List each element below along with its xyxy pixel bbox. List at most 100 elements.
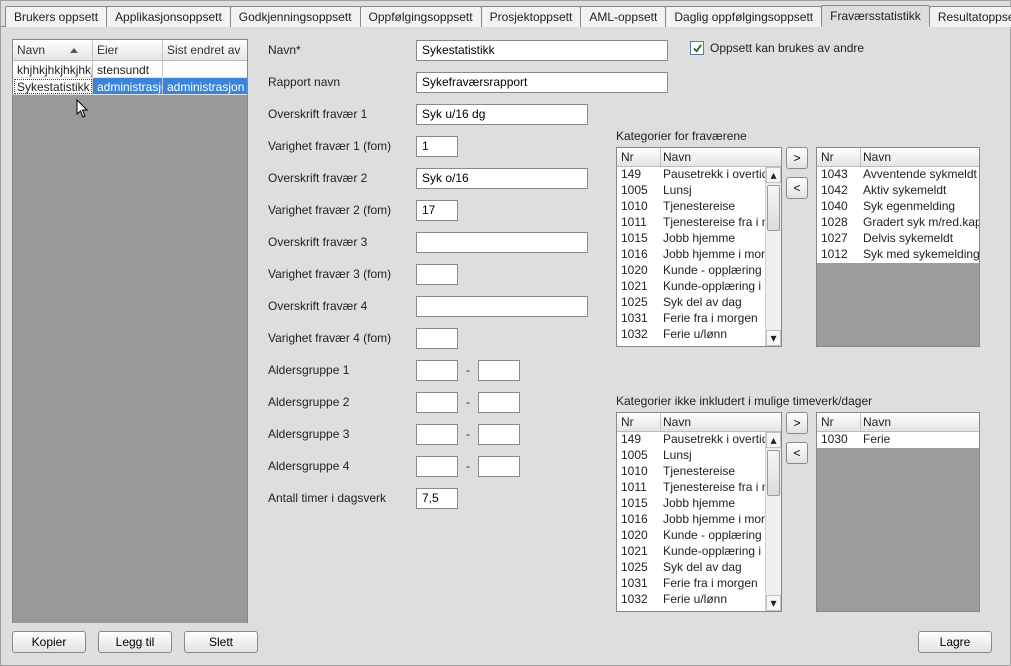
scrollbar[interactable]: ▴ ▾ — [765, 167, 781, 346]
available-categories-top[interactable]: Nr Navn 149Pausetrekk i overtid1005Lunsj… — [616, 147, 782, 347]
col-nr[interactable]: Nr — [817, 413, 861, 432]
input-var1[interactable] — [416, 136, 458, 157]
list-item[interactable]: 1042Aktiv sykemeldt — [817, 183, 979, 199]
tab-resultatoppsett[interactable]: Resultatoppsett — [929, 6, 1011, 27]
tab-godkjenningsoppsett[interactable]: Godkjenningsoppsett — [230, 6, 361, 27]
available-categories-bot[interactable]: Nr Navn 149Pausetrekk i overtid1005Lunsj… — [616, 412, 782, 612]
add-button[interactable]: Legg til — [98, 631, 172, 653]
col-navn[interactable]: Navn — [861, 413, 979, 432]
list-item[interactable]: 1032Ferie u/lønn — [617, 327, 765, 343]
list-item[interactable]: 1025Syk del av dag — [617, 295, 765, 311]
col-sist[interactable]: Sist endret av — [163, 40, 247, 60]
workarea: Navn Eier Sist endret av khjhkjhkjhkjhkj… — [1, 27, 1010, 663]
move-left-button[interactable]: < — [786, 177, 808, 199]
share-checkbox-wrap: Oppsett kan brukes av andre — [690, 41, 864, 55]
list-item[interactable]: 1011Tjenestereise fra i m — [617, 480, 765, 496]
list-item[interactable]: 149Pausetrekk i overtid — [617, 167, 765, 183]
delete-button[interactable]: Slett — [184, 631, 258, 653]
input-var2[interactable] — [416, 200, 458, 221]
scrollbar[interactable]: ▴ ▾ — [765, 432, 781, 611]
input-ov4[interactable] — [416, 296, 588, 317]
scroll-thumb[interactable] — [767, 450, 780, 496]
list-item[interactable]: 1020Kunde - opplæring — [617, 528, 765, 544]
list-item[interactable]: 1010Tjenestereise — [617, 199, 765, 215]
scroll-up-icon[interactable]: ▴ — [766, 167, 781, 183]
config-row[interactable]: Sykestatistikkadministrasjoadministrasjo… — [13, 78, 247, 95]
list-item[interactable]: 1016Jobb hjemme i morg — [617, 247, 765, 263]
input-ag4b[interactable] — [478, 456, 520, 477]
scroll-down-icon[interactable]: ▾ — [766, 330, 781, 346]
input-ag3a[interactable] — [416, 424, 458, 445]
input-ag1a[interactable] — [416, 360, 458, 381]
transfer-buttons-top: > < — [786, 147, 812, 199]
col-navn[interactable]: Navn — [661, 413, 781, 432]
list-item[interactable]: 1031Ferie fra i morgen — [617, 311, 765, 327]
list-item[interactable]: 1005Lunsj — [617, 183, 765, 199]
tab-applikasjonsoppsett[interactable]: Applikasjonsoppsett — [106, 6, 231, 27]
input-ag2b[interactable] — [478, 392, 520, 413]
col-nr[interactable]: Nr — [617, 413, 661, 432]
list-item[interactable]: 1015Jobb hjemme — [617, 231, 765, 247]
list-item[interactable]: 1021Kunde-opplæring i n — [617, 544, 765, 560]
list-item[interactable]: 1020Kunde - opplæring — [617, 263, 765, 279]
input-rapport-navn[interactable] — [416, 72, 668, 93]
input-ov3[interactable] — [416, 232, 588, 253]
input-ag3b[interactable] — [478, 424, 520, 445]
share-checkbox[interactable] — [690, 41, 704, 55]
selected-categories-bot[interactable]: Nr Navn 1030Ferie — [816, 412, 980, 612]
list-item[interactable]: 1015Jobb hjemme — [617, 496, 765, 512]
input-ag1b[interactable] — [478, 360, 520, 381]
list-item[interactable]: 1021Kunde-opplæring i n — [617, 279, 765, 295]
scroll-thumb[interactable] — [767, 185, 780, 231]
list-item[interactable]: 1025Syk del av dag — [617, 560, 765, 576]
list-item[interactable]: 1011Tjenestereise fra i m — [617, 215, 765, 231]
col-navn[interactable]: Navn — [661, 148, 781, 167]
list-item[interactable]: 1030Ferie — [817, 432, 979, 448]
scroll-down-icon[interactable]: ▾ — [766, 595, 781, 611]
tab-oppfølgingsoppsett[interactable]: Oppfølgingsoppsett — [360, 6, 482, 27]
input-ag4a[interactable] — [416, 456, 458, 477]
input-antall[interactable] — [416, 488, 458, 509]
move-left-button[interactable]: < — [786, 442, 808, 464]
cell-navn: Syk egenmelding — [861, 199, 979, 215]
tab-prosjektoppsett[interactable]: Prosjektoppsett — [481, 6, 582, 27]
selected-categories-top[interactable]: Nr Navn 1043Avventende sykmeldt1042Aktiv… — [816, 147, 980, 347]
tab-fraværsstatistikk[interactable]: Fraværsstatistikk — [821, 5, 930, 27]
list-item[interactable]: 1010Tjenestereise — [617, 464, 765, 480]
cell-nr: 149 — [617, 432, 661, 448]
col-navn[interactable]: Navn — [861, 148, 979, 167]
list-item[interactable]: 1032Ferie u/lønn — [617, 592, 765, 608]
input-ov2[interactable] — [416, 168, 588, 189]
list-item[interactable]: 1040Syk egenmelding — [817, 199, 979, 215]
input-ag2a[interactable] — [416, 392, 458, 413]
cell-nr: 1031 — [617, 576, 661, 592]
tab-daglig-oppfølgingsoppsett[interactable]: Daglig oppfølgingsoppsett — [665, 6, 822, 27]
input-navn[interactable] — [416, 40, 668, 61]
list-item[interactable]: 149Pausetrekk i overtid — [617, 432, 765, 448]
input-var3[interactable] — [416, 264, 458, 285]
dash: - — [466, 459, 470, 473]
cell-nr: 1010 — [617, 464, 661, 480]
col-nr[interactable]: Nr — [617, 148, 661, 167]
copy-button[interactable]: Kopier — [12, 631, 86, 653]
input-var4[interactable] — [416, 328, 458, 349]
list-item[interactable]: 1016Jobb hjemme i morg — [617, 512, 765, 528]
col-eier[interactable]: Eier — [93, 40, 163, 60]
list-item[interactable]: 1012Syk med sykemelding — [817, 247, 979, 263]
list-item[interactable]: 1028Gradert syk m/red.kapa — [817, 215, 979, 231]
config-grid[interactable]: Navn Eier Sist endret av khjhkjhkjhkjhkj… — [12, 39, 248, 623]
list-item[interactable]: 1031Ferie fra i morgen — [617, 576, 765, 592]
input-ov1[interactable] — [416, 104, 588, 125]
tab-aml-oppsett[interactable]: AML-oppsett — [580, 6, 666, 27]
list-item[interactable]: 1043Avventende sykmeldt — [817, 167, 979, 183]
col-navn[interactable]: Navn — [13, 40, 93, 60]
scroll-up-icon[interactable]: ▴ — [766, 432, 781, 448]
list-item[interactable]: 1027Delvis sykemeldt — [817, 231, 979, 247]
col-nr[interactable]: Nr — [817, 148, 861, 167]
label-ov3: Overskrift fravær 3 — [266, 235, 416, 249]
config-row[interactable]: khjhkjhkjhkjhkjstensundt — [13, 61, 247, 78]
list-item[interactable]: 1005Lunsj — [617, 448, 765, 464]
move-right-button[interactable]: > — [786, 412, 808, 434]
move-right-button[interactable]: > — [786, 147, 808, 169]
tab-brukers-oppsett[interactable]: Brukers oppsett — [5, 6, 107, 27]
